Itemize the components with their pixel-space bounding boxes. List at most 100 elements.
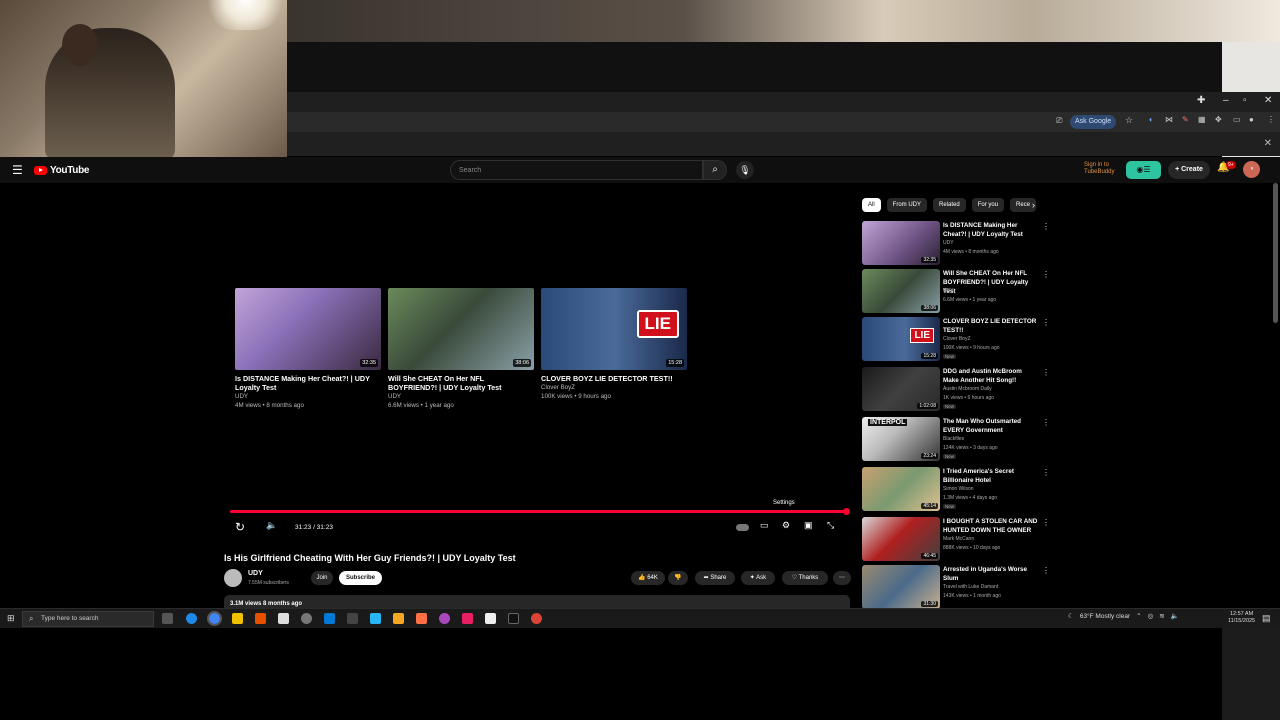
windows-start-icon[interactable]: ⊞: [7, 613, 15, 624]
file-explorer-icon[interactable]: [232, 613, 243, 624]
tubebuddy-signin-link[interactable]: Sign in to TubeBuddy: [1084, 162, 1124, 176]
more-vert-icon[interactable]: ⋮: [1042, 368, 1050, 377]
dislike-button[interactable]: 👎: [668, 571, 688, 585]
autoplay-toggle[interactable]: [736, 524, 749, 531]
app-icon[interactable]: [439, 613, 450, 624]
obs-icon[interactable]: [301, 613, 312, 624]
tubebuddy-button[interactable]: ◉☰: [1126, 161, 1161, 179]
extensions-puzzle-icon[interactable]: ✥: [1215, 115, 1222, 124]
duration-badge: 38:06: [921, 305, 938, 311]
app-icon[interactable]: [462, 613, 473, 624]
extension-icon[interactable]: ◖: [1148, 115, 1153, 124]
join-button[interactable]: Join: [311, 571, 333, 585]
captions-icon[interactable]: ▭: [760, 520, 769, 531]
app-icon[interactable]: [393, 613, 404, 624]
outlook-icon[interactable]: [324, 613, 335, 624]
menu-icon[interactable]: ☰: [12, 163, 24, 177]
end-screen-card[interactable]: LIE 15:28 CLOVER BOYZ LIE DETECTOR TEST!…: [541, 288, 687, 401]
more-vert-icon[interactable]: ⋮: [1042, 566, 1050, 575]
extension-icon[interactable]: ⋈: [1165, 115, 1173, 124]
settings-gear-icon[interactable]: ⚙: [782, 520, 790, 531]
filter-chips: All From UDY Related For you Rece: [862, 198, 1037, 212]
ask-google-button[interactable]: Ask Google: [1070, 115, 1117, 129]
wifi-icon[interactable]: ≋: [1159, 612, 1164, 620]
extension-icon[interactable]: ✎: [1182, 115, 1189, 124]
volume-icon[interactable]: 🔈: [1171, 612, 1179, 620]
youtube-logo[interactable]: YouTube: [34, 165, 90, 176]
more-actions-button[interactable]: ⋯: [833, 571, 851, 585]
more-vert-icon[interactable]: ⋮: [1042, 222, 1050, 231]
close-icon[interactable]: ✕: [1264, 138, 1272, 149]
end-screen-card[interactable]: 32:35 Is DISTANCE Making Her Cheat?! | U…: [235, 288, 381, 410]
more-vert-icon[interactable]: ⋮: [1042, 318, 1050, 327]
more-vert-icon[interactable]: ⋮: [1042, 518, 1050, 527]
more-vert-icon[interactable]: ⋮: [1042, 270, 1050, 279]
thanks-button[interactable]: ♡ Thanks: [782, 571, 828, 585]
chrome-icon[interactable]: [207, 611, 222, 626]
video-player[interactable]: 32:35 Is DISTANCE Making Her Cheat?! | U…: [225, 194, 850, 546]
chip-related[interactable]: Related: [933, 198, 966, 212]
progress-scrubber[interactable]: [843, 508, 850, 515]
app-icon[interactable]: [347, 613, 358, 624]
office-icon[interactable]: [255, 613, 266, 624]
share-button[interactable]: ➦ Share: [695, 571, 735, 585]
scrollbar[interactable]: [1273, 183, 1278, 323]
task-view-icon[interactable]: [162, 613, 173, 624]
minimize-icon[interactable]: –: [1223, 95, 1229, 106]
side-panel-icon[interactable]: ▭: [1233, 115, 1241, 124]
channel-avatar[interactable]: [224, 569, 242, 587]
search-button[interactable]: ⌕: [703, 160, 727, 180]
edge-icon[interactable]: [186, 613, 197, 624]
tiktok-icon[interactable]: [508, 613, 519, 624]
recommendation-item[interactable]: 1:02:08 DDG and Austin McBroom Make Anot…: [862, 367, 1050, 413]
telegram-icon[interactable]: [370, 613, 381, 624]
like-button[interactable]: 👍 64K: [631, 571, 665, 585]
chevron-up-icon[interactable]: ⌃: [1136, 612, 1141, 620]
recommendation-item[interactable]: LIE 15:28 CLOVER BOYZ LIE DETECTOR TEST!…: [862, 317, 1050, 363]
voice-search-button[interactable]: 🎙: [736, 161, 754, 179]
close-window-icon[interactable]: ✕: [1264, 95, 1272, 106]
recommendation-item[interactable]: 45:14 I Tried America's Secret Billionai…: [862, 467, 1050, 513]
recommendation-item[interactable]: 31:30 Arrested in Uganda's Worse Slum Tr…: [862, 565, 1050, 611]
profile-icon[interactable]: ●: [1249, 115, 1254, 124]
screen-cast-icon[interactable]: ⎚: [1056, 116, 1062, 126]
miniplayer-icon[interactable]: ▣: [804, 520, 813, 531]
extension-icon[interactable]: ▦: [1198, 115, 1206, 124]
new-tab-icon[interactable]: ✚: [1197, 95, 1205, 106]
recommendation-item[interactable]: 32:35 Is DISTANCE Making Her Cheat?! | U…: [862, 221, 1050, 267]
more-vert-icon[interactable]: ⋮: [1042, 418, 1050, 427]
replay-icon[interactable]: ↻: [235, 520, 245, 534]
taskbar-search-input[interactable]: ⌕ Type here to search: [22, 611, 154, 627]
thanks-icon: ♡: [791, 575, 799, 581]
network-icon[interactable]: ◎: [1148, 612, 1154, 620]
recommendation-item[interactable]: 38:06 Will She CHEAT On Her NFL BOYFRIEN…: [862, 269, 1050, 315]
recommendation-item[interactable]: 46:45 I BOUGHT A STOLEN CAR AND HUNTED D…: [862, 517, 1050, 563]
app-icon[interactable]: [416, 613, 427, 624]
notepad-icon[interactable]: [485, 613, 496, 624]
volume-icon[interactable]: 🔈: [266, 520, 277, 531]
subscribe-button[interactable]: Subscribe: [339, 571, 382, 585]
channel-name[interactable]: UDY: [248, 570, 263, 577]
recommendation-item[interactable]: INTERPOL 23:24 The Man Who Outsmarted EV…: [862, 417, 1050, 463]
weather-text[interactable]: 63°F Mostly clear: [1080, 613, 1130, 620]
notifications-icon[interactable]: ▤: [1262, 613, 1271, 624]
app-icon[interactable]: [278, 613, 289, 624]
menu-kebab-icon[interactable]: ⋮: [1267, 115, 1275, 124]
description-box[interactable]: 3.1M views 8 months ago: [224, 595, 850, 609]
ask-button[interactable]: ✦ Ask: [741, 571, 775, 585]
taskbar-clock[interactable]: 12:57 AM 11/15/2025: [1228, 611, 1255, 625]
account-avatar[interactable]: ◑: [1243, 161, 1260, 178]
bookmark-star-icon[interactable]: ☆: [1125, 115, 1133, 126]
fullscreen-icon[interactable]: ⤡: [827, 520, 834, 531]
chrome-profile-icon[interactable]: [531, 613, 542, 624]
chip-all[interactable]: All: [862, 198, 881, 212]
more-vert-icon[interactable]: ⋮: [1042, 468, 1050, 477]
chevron-right-icon[interactable]: ›: [1032, 200, 1035, 210]
chip-for-you[interactable]: For you: [971, 198, 1005, 212]
end-screen-card[interactable]: 38:06 Will She CHEAT On Her NFL BOYFRIEN…: [388, 288, 534, 410]
restore-icon[interactable]: ▫: [1243, 95, 1247, 106]
search-input[interactable]: Search: [450, 160, 703, 180]
progress-bar[interactable]: [230, 510, 847, 513]
chip-from-udy[interactable]: From UDY: [886, 198, 928, 212]
create-button[interactable]: + Create: [1168, 161, 1210, 179]
